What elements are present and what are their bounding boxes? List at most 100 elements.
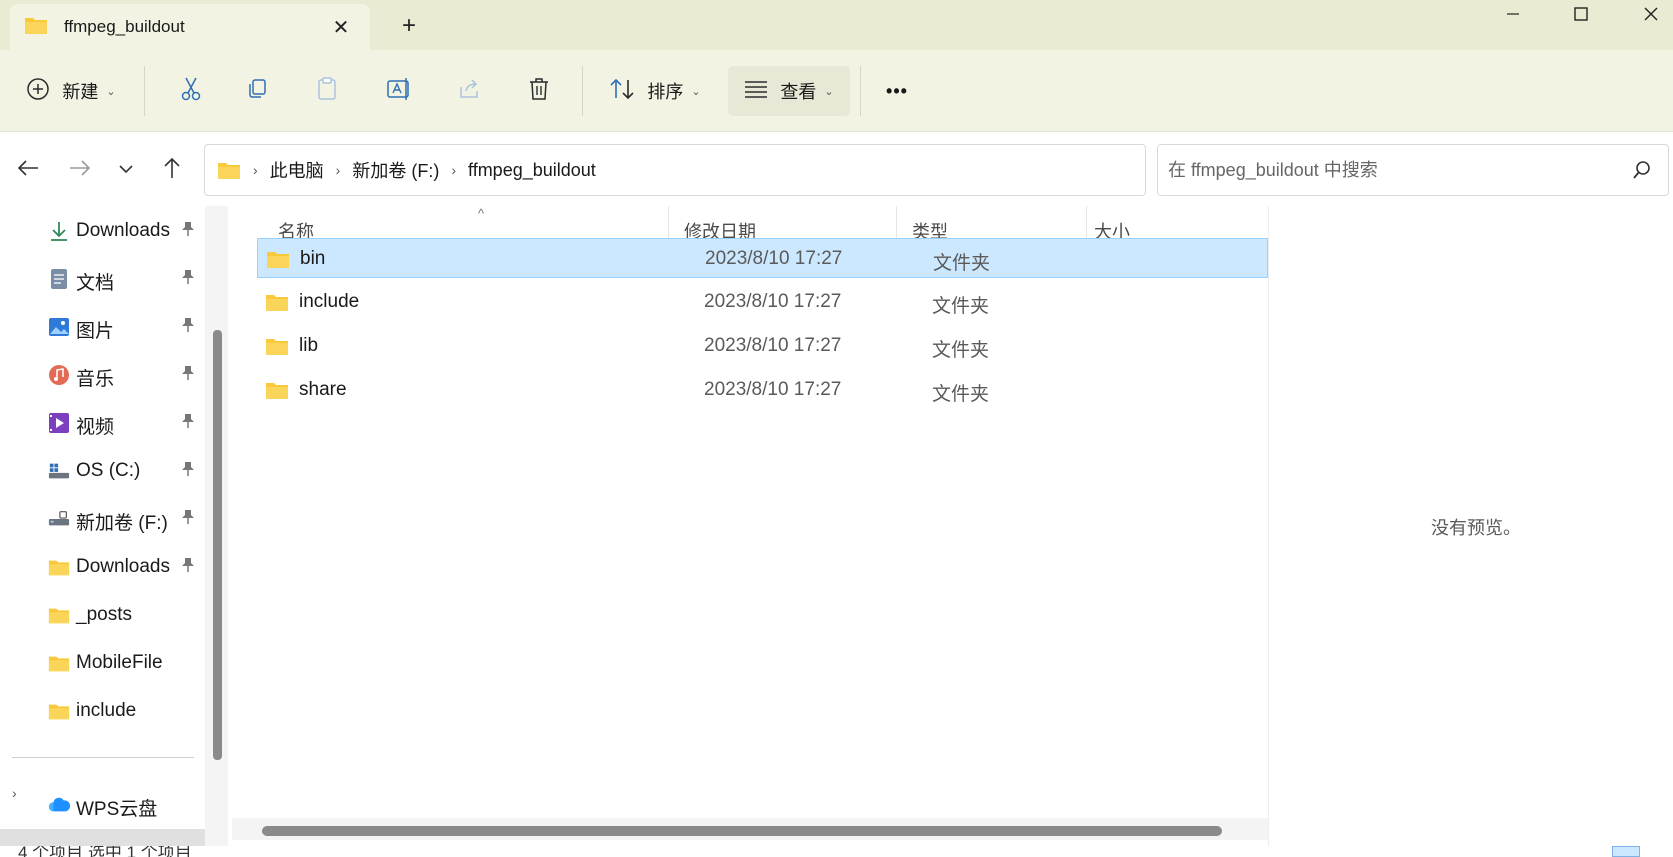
close-window-button[interactable]	[1616, 0, 1673, 28]
maximize-button[interactable]	[1546, 0, 1616, 28]
breadcrumb-this-pc[interactable]: 此电脑	[270, 157, 324, 183]
sidebar-item-drive-c[interactable]: OS (C:)	[0, 449, 205, 493]
sidebar-item-music[interactable]: 音乐	[0, 353, 205, 397]
search-box[interactable]	[1157, 144, 1669, 196]
file-list: ^ 名称 修改日期 类型 大小 bin 2023/8/10 17:27 文件夹 …	[232, 206, 1268, 846]
chevron-down-icon: ⌄	[824, 85, 834, 98]
no-preview-text: 没有预览。	[1431, 518, 1521, 538]
view-button[interactable]: 查看 ⌄	[728, 66, 850, 116]
sort-ascending-indicator: ^	[478, 206, 485, 221]
sidebar-item-drive-f[interactable]: 新加卷 (F:)	[0, 497, 205, 541]
new-button[interactable]: 新建 ⌄	[16, 66, 126, 116]
tab-active[interactable]: ffmpeg_buildout ✕	[10, 4, 370, 50]
search-icon[interactable]	[1632, 160, 1652, 185]
sidebar-item-wps-cloud[interactable]: › WPS云盘	[0, 783, 205, 827]
pin-icon[interactable]	[181, 557, 195, 578]
folder-icon	[48, 556, 70, 578]
breadcrumb-drive-f[interactable]: 新加卷 (F:)	[352, 157, 439, 183]
table-row[interactable]: include 2023/8/10 17:27 文件夹	[257, 282, 1268, 322]
new-button-label: 新建	[62, 82, 99, 102]
sidebar-item-label: 音乐	[76, 369, 115, 390]
address-bar[interactable]: › 此电脑 › 新加卷 (F:) › ffmpeg_buildout	[204, 144, 1332, 196]
folder-icon	[265, 292, 289, 317]
minimize-button[interactable]	[1478, 0, 1548, 28]
sidebar-item-label: Downloads	[76, 220, 170, 241]
pin-icon[interactable]	[181, 365, 195, 386]
pin-icon[interactable]	[181, 221, 195, 242]
up-button[interactable]	[154, 154, 190, 186]
breadcrumb-current-folder[interactable]: ffmpeg_buildout	[468, 160, 596, 181]
sidebar-item-posts[interactable]: _posts	[0, 593, 205, 637]
cut-button[interactable]	[166, 66, 216, 116]
copy-button[interactable]	[232, 66, 282, 116]
pin-icon[interactable]	[181, 509, 195, 530]
delete-button[interactable]	[514, 66, 564, 116]
file-type: 文件夹	[933, 253, 991, 274]
breadcrumb-separator[interactable]: ›	[451, 162, 456, 178]
sidebar-item-downloads[interactable]: Downloads	[0, 209, 205, 253]
details-view-toggle[interactable]	[1612, 846, 1640, 857]
back-button[interactable]	[10, 154, 46, 186]
file-name[interactable]: include	[299, 291, 359, 313]
title-bar: ffmpeg_buildout ✕ +	[0, 0, 1673, 50]
sidebar-item-downloads-folder[interactable]: Downloads	[0, 545, 205, 589]
recent-locations-button[interactable]	[108, 154, 144, 186]
music-icon	[48, 364, 70, 386]
sort-button-label: 排序	[647, 82, 684, 102]
share-icon	[457, 77, 481, 106]
search-input[interactable]	[1168, 157, 1598, 183]
sort-button[interactable]: 排序 ⌄	[600, 66, 710, 116]
share-button[interactable]	[444, 66, 494, 116]
toolbar-divider	[582, 66, 583, 116]
file-date: 2023/8/10 17:27	[705, 248, 843, 269]
rename-button[interactable]	[374, 66, 424, 116]
toolbar-divider	[860, 66, 861, 116]
arrow-left-icon	[17, 159, 39, 182]
arrow-up-icon	[163, 157, 181, 184]
rename-icon	[386, 76, 412, 107]
download-arrow-icon	[48, 220, 70, 242]
sidebar-item-label: MobileFile	[76, 652, 163, 673]
sidebar-item-pictures[interactable]: 图片	[0, 305, 205, 349]
sidebar-item-documents[interactable]: 文档	[0, 257, 205, 301]
sidebar-item-mobilefile[interactable]: MobileFile	[0, 641, 205, 685]
file-name[interactable]: lib	[299, 335, 318, 357]
pictures-icon	[48, 316, 70, 338]
file-name[interactable]: bin	[300, 248, 325, 270]
tab-title: ffmpeg_buildout	[64, 17, 185, 36]
command-bar: 新建 ⌄ 排序 ⌄ 查看 ⌄ •••	[0, 50, 1673, 132]
new-tab-button[interactable]: +	[395, 12, 423, 40]
arrow-right-icon	[69, 159, 91, 182]
folder-icon	[48, 604, 70, 626]
pin-icon[interactable]	[181, 317, 195, 338]
view-button-label: 查看	[780, 82, 817, 102]
sidebar-scrollbar-thumb[interactable]	[213, 330, 222, 760]
sidebar-item-include[interactable]: include	[0, 689, 205, 733]
sidebar-item-videos[interactable]: 视频	[0, 401, 205, 445]
sidebar-item-label: 文档	[76, 273, 115, 294]
breadcrumb-separator[interactable]: ›	[336, 162, 341, 178]
paste-button[interactable]	[302, 66, 352, 116]
table-row[interactable]: lib 2023/8/10 17:27 文件夹	[257, 326, 1268, 366]
pin-icon[interactable]	[181, 413, 195, 434]
chevron-right-icon[interactable]: ›	[12, 785, 17, 801]
close-tab-icon[interactable]: ✕	[328, 14, 354, 40]
pin-icon[interactable]	[181, 461, 195, 482]
documents-icon	[48, 268, 70, 290]
breadcrumb-separator: ›	[253, 162, 258, 178]
table-row[interactable]: share 2023/8/10 17:27 文件夹	[257, 370, 1268, 410]
view-list-icon	[744, 79, 768, 104]
forward-button[interactable]	[62, 154, 98, 186]
pin-icon[interactable]	[181, 269, 195, 290]
preview-pane: 没有预览。	[1268, 206, 1673, 846]
folder-icon	[266, 249, 290, 274]
table-row[interactable]: bin 2023/8/10 17:27 文件夹	[257, 238, 1268, 278]
chevron-down-icon: ⌄	[691, 85, 701, 98]
file-name[interactable]: share	[299, 379, 347, 401]
folder-icon	[24, 15, 48, 40]
paste-icon	[315, 76, 339, 107]
drive-f-icon	[48, 508, 70, 530]
more-icon[interactable]: •••	[872, 66, 922, 116]
file-type: 文件夹	[932, 384, 990, 405]
horizontal-scrollbar-thumb[interactable]	[262, 826, 1222, 836]
